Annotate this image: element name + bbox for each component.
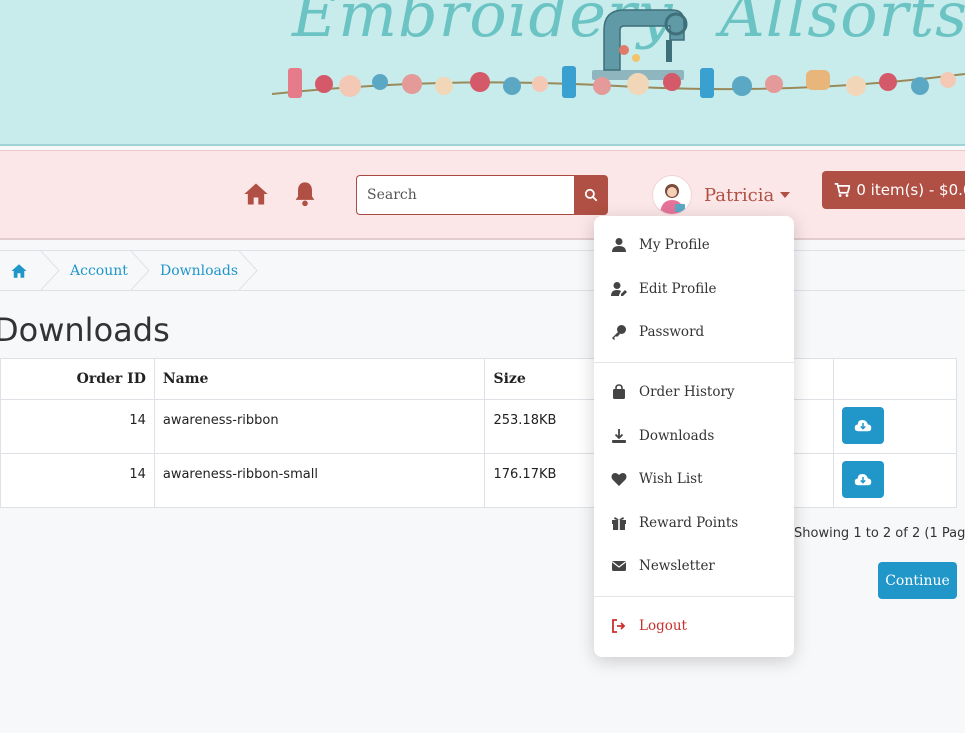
sign-out-icon: [612, 619, 626, 633]
menu-item-label: Edit Profile: [639, 281, 717, 297]
menu-item-downloads[interactable]: Downloads: [594, 416, 794, 456]
menu-item-edit-profile[interactable]: Edit Profile: [594, 269, 794, 309]
flower-garland-decoration: [272, 66, 965, 98]
breadcrumb-downloads[interactable]: Downloads: [160, 251, 238, 290]
bell-icon[interactable]: [291, 180, 319, 208]
top-navbar: Patricia 0 item(s) - $0.00: [0, 150, 965, 240]
cell-order-id: 14: [0, 453, 155, 508]
breadcrumb-home[interactable]: [10, 251, 28, 290]
table-header-row: Order ID Name Size: [0, 358, 957, 400]
home-icon[interactable]: [242, 180, 270, 208]
cloud-download-icon: [854, 419, 872, 431]
continue-button[interactable]: Continue: [878, 562, 957, 599]
menu-item-label: Logout: [639, 618, 687, 634]
user-edit-icon: [611, 282, 627, 296]
user-avatar-icon: [660, 184, 685, 214]
menu-divider: [594, 362, 794, 363]
cart-label: 0 item(s) - $0.00: [856, 181, 965, 199]
cart-button[interactable]: 0 item(s) - $0.00: [822, 171, 965, 209]
downloads-table: Order ID Name Size 14 awareness-ribbon 2…: [0, 358, 957, 508]
gift-icon: [612, 517, 626, 530]
brand-text-right: Allsorts: [720, 0, 965, 51]
breadcrumb-account[interactable]: Account: [70, 251, 128, 290]
search-button[interactable]: [574, 175, 608, 215]
menu-item-reward-points[interactable]: Reward Points: [594, 503, 794, 543]
menu-item-label: Wish List: [639, 471, 703, 487]
menu-item-password[interactable]: Password: [594, 312, 794, 352]
breadcrumb-separator: [238, 251, 258, 290]
cell-order-id: 14: [0, 399, 155, 454]
pagination-summary: Showing 1 to 2 of 2 (1 Pages): [794, 526, 965, 541]
search-icon: [584, 188, 598, 202]
search-bar: [356, 175, 608, 215]
shopping-cart-icon: [834, 183, 851, 197]
menu-item-label: My Profile: [639, 237, 710, 253]
download-button[interactable]: [842, 461, 885, 498]
user-menu-toggle[interactable]: Patricia: [652, 175, 791, 215]
menu-item-label: Reward Points: [639, 515, 739, 531]
site-banner[interactable]: Embroidery Allsorts: [0, 0, 965, 146]
menu-item-logout[interactable]: Logout: [594, 606, 794, 646]
breadcrumb-separator: [130, 251, 150, 290]
key-icon: [612, 325, 626, 340]
menu-item-label: Password: [639, 324, 705, 340]
table-row: 14 awareness-ribbon 253.18KB: [0, 399, 957, 454]
table-row: 14 awareness-ribbon-small 176.17KB: [0, 453, 957, 508]
menu-divider: [594, 596, 794, 597]
cell-actions: [833, 453, 957, 508]
download-button[interactable]: [842, 407, 885, 444]
avatar: [652, 175, 692, 215]
account-dropdown-menu: My Profile Edit Profile Password Order H…: [594, 216, 794, 657]
chevron-down-icon: [780, 192, 791, 198]
shopping-bag-icon: [613, 384, 625, 399]
page-title: Downloads: [0, 311, 170, 349]
menu-item-newsletter[interactable]: Newsletter: [594, 546, 794, 586]
cloud-download-icon: [854, 473, 872, 485]
heart-icon: [611, 472, 627, 486]
search-input[interactable]: [356, 175, 574, 215]
menu-item-label: Order History: [639, 384, 735, 400]
menu-item-wish-list[interactable]: Wish List: [594, 459, 794, 499]
header-actions: [833, 358, 957, 400]
menu-item-my-profile[interactable]: My Profile: [594, 225, 794, 265]
breadcrumb: Account Downloads: [0, 250, 965, 291]
menu-item-order-history[interactable]: Order History: [594, 372, 794, 412]
download-icon: [612, 429, 626, 443]
header-order-id: Order ID: [0, 358, 155, 400]
cell-name: awareness-ribbon-small: [153, 453, 486, 508]
header-name: Name: [153, 358, 486, 400]
breadcrumb-separator: [40, 251, 60, 290]
cell-actions: [833, 399, 957, 454]
envelope-icon: [612, 561, 626, 571]
home-icon: [11, 263, 27, 278]
menu-item-label: Newsletter: [639, 558, 715, 574]
menu-item-label: Downloads: [639, 428, 715, 444]
user-name: Patricia: [704, 184, 775, 206]
cell-name: awareness-ribbon: [153, 399, 486, 454]
user-icon: [612, 238, 626, 252]
